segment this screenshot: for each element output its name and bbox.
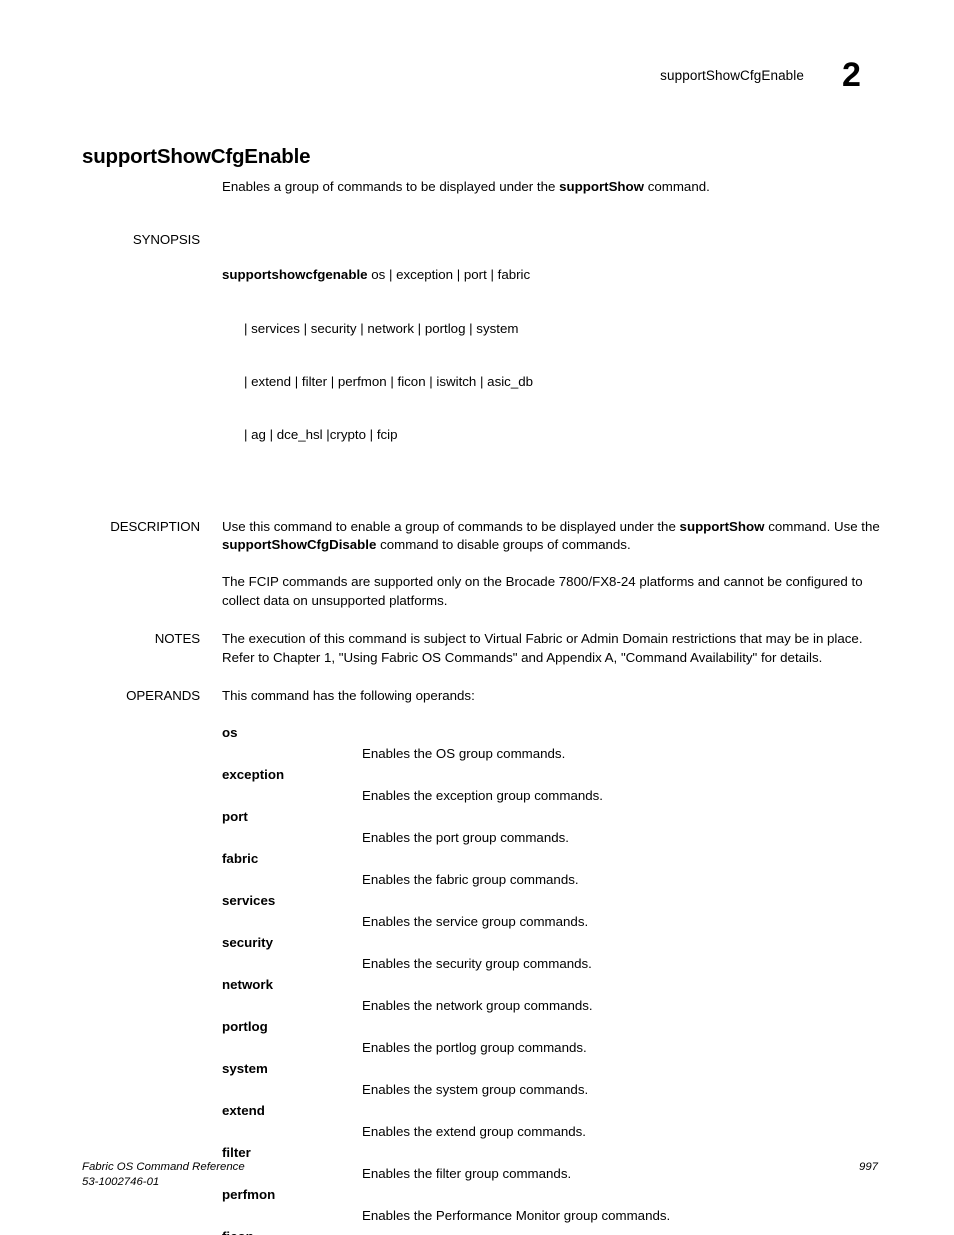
- synopsis-line-4: | ag | dce_hsl |crypto | fcip: [244, 427, 398, 443]
- operand-description: Enables the OS group commands.: [362, 745, 566, 761]
- intro-text: Enables a group of commands to be displa…: [200, 178, 882, 197]
- operand-entry: port Enables the port group commands.: [222, 806, 882, 848]
- section-synopsis: SYNOPSIS supportshowcfgenable os | excep…: [82, 231, 882, 480]
- section-operands: OPERANDS This command has the following …: [82, 687, 882, 1235]
- operand-term: system: [222, 1060, 268, 1076]
- notes-text: The execution of this command is subject…: [222, 631, 863, 665]
- section-description: DESCRIPTION Use this command to enable a…: [82, 518, 882, 610]
- description-p1-bold-2: supportShowCfgDisable: [222, 537, 377, 553]
- operand-description: Enables the port group commands.: [362, 829, 569, 845]
- document-body: Enables a group of commands to be displa…: [82, 178, 882, 1235]
- notes-label: NOTES: [154, 631, 200, 647]
- operand-entry: system Enables the system group commands.: [222, 1058, 882, 1100]
- document-page: supportShowCfgEnable 2 supportShowCfgEna…: [0, 0, 954, 1235]
- operand-term: fabric: [222, 850, 259, 866]
- notes-content: The execution of this command is subject…: [200, 630, 882, 667]
- intro-text-after: command.: [644, 179, 710, 194]
- operand-description: Enables the network group commands.: [362, 997, 593, 1013]
- header-chapter-number: 2: [842, 56, 861, 94]
- footer-left: Fabric OS Command Reference 53-1002746-0…: [82, 1160, 245, 1190]
- operand-term: services: [222, 892, 276, 908]
- operand-entry: security Enables the security group comma…: [222, 932, 882, 974]
- description-content: Use this command to enable a group of co…: [200, 518, 882, 610]
- operand-term: exception: [222, 766, 285, 782]
- intro-row: Enables a group of commands to be displa…: [82, 178, 882, 197]
- description-paragraph-2: The FCIP commands are supported only on …: [222, 573, 863, 608]
- operands-intro: This command has the following operands:: [222, 688, 475, 704]
- operand-entry: ficonEnables the FICON group commands.: [222, 1226, 882, 1235]
- synopsis-label: SYNOPSIS: [132, 231, 200, 247]
- description-paragraph-1: Use this command to enable a group of co…: [222, 518, 882, 555]
- page-title: supportShowCfgEnable: [82, 144, 311, 168]
- description-p1-b: command. Use the: [764, 518, 880, 534]
- description-p1-bold-1: supportShow: [679, 518, 765, 534]
- operand-entry: fabric Enables the fabric group commands.: [222, 848, 882, 890]
- operand-description: Enables the Performance Monitor group co…: [362, 1207, 671, 1223]
- synopsis-line-2: | services | security | network | portlo…: [244, 320, 519, 336]
- synopsis-content: supportshowcfgenable os | exception | po…: [200, 231, 882, 480]
- operand-entry: extend Enables the extend group commands.: [222, 1100, 882, 1142]
- operands-label: OPERANDS: [126, 688, 200, 704]
- operand-description: Enables the system group commands.: [362, 1081, 589, 1097]
- operand-list: os Enables the OS group commands. exceptio…: [222, 722, 882, 1235]
- operand-description: Enables the security group commands.: [362, 955, 592, 971]
- synopsis-command: supportshowcfgenable: [222, 267, 368, 283]
- operand-term: portlog: [222, 1018, 268, 1034]
- page-header: supportShowCfgEnable 2: [80, 52, 882, 92]
- page-footer: Fabric OS Command Reference 53-1002746-0…: [82, 1160, 878, 1190]
- operand-entry: os Enables the OS group commands.: [222, 722, 882, 764]
- intro-bold-term: supportShow: [559, 179, 645, 194]
- operand-entry: exception Enables the exception group com…: [222, 764, 882, 806]
- operand-entry: perfmon Enables the Performance Monitor g…: [222, 1184, 882, 1226]
- operand-description: Enables the fabric group commands.: [362, 871, 579, 887]
- footer-document-number: 53-1002746-01: [82, 1176, 160, 1188]
- operand-entry: services Enables the service group comman…: [222, 890, 882, 932]
- description-label: DESCRIPTION: [110, 518, 200, 534]
- synopsis-line-3: | extend | filter | perfmon | ficon | is…: [244, 373, 533, 389]
- operand-term: port: [222, 808, 248, 824]
- operands-content: This command has the following operands:…: [200, 687, 882, 1235]
- operand-term: extend: [222, 1102, 265, 1118]
- operand-term: security: [222, 934, 273, 950]
- operand-entry: network Enables the network group command…: [222, 974, 882, 1016]
- synopsis-line-1-rest: os | exception | port | fabric: [367, 267, 531, 283]
- intro-text-before: Enables a group of commands to be displa…: [222, 179, 560, 194]
- section-notes: NOTES The execution of this command is s…: [82, 630, 882, 667]
- description-p1-a: Use this command to enable a group of co…: [222, 518, 680, 534]
- operand-entry: portlog Enables the portlog group command…: [222, 1016, 882, 1058]
- footer-manual-title: Fabric OS Command Reference: [82, 1161, 245, 1173]
- description-p1-c: command to disable groups of commands.: [376, 537, 631, 553]
- operand-term: ficon: [222, 1226, 882, 1235]
- operand-description: Enables the extend group commands.: [362, 1123, 586, 1139]
- operand-term: network: [222, 976, 273, 992]
- header-running-title: supportShowCfgEnable: [660, 68, 804, 83]
- footer-page-number: 997: [858, 1161, 878, 1173]
- operand-description: Enables the exception group commands.: [362, 787, 603, 803]
- operand-description: Enables the service group commands.: [362, 913, 589, 929]
- operand-description: Enables the portlog group commands.: [362, 1039, 587, 1055]
- synopsis-line-1: supportshowcfgenable os | exception | po…: [222, 266, 882, 284]
- operand-term: os: [222, 724, 238, 740]
